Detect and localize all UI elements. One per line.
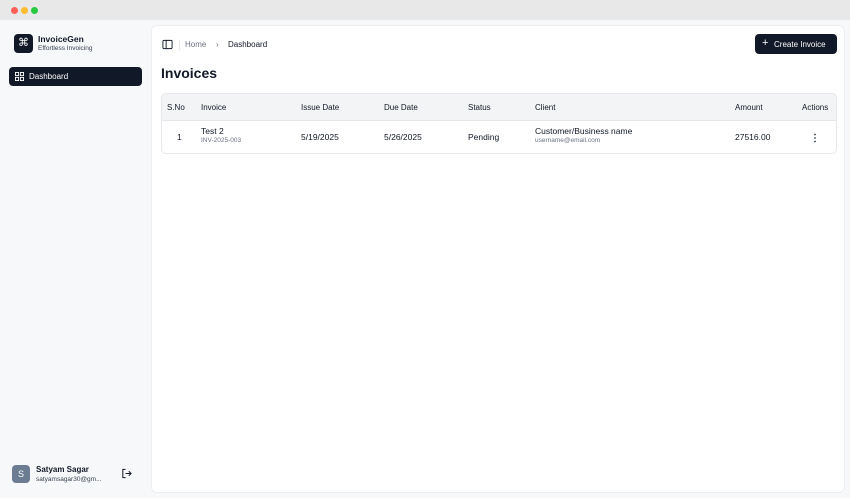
cell-sno: 1 [177,132,182,142]
column-header-sno: S.No [167,103,185,112]
sidebar-toggle-icon[interactable] [162,39,173,50]
cell-status: Pending [468,132,500,142]
brand-name: InvoiceGen [38,34,84,44]
header-divider [179,40,180,50]
page-title: Invoices [161,65,218,81]
sidebar-item-label: Dashboard [29,72,69,81]
cell-issue-date: 5/19/2025 [301,132,339,142]
create-invoice-button[interactable]: + Create Invoice [755,34,837,54]
create-invoice-label: Create Invoice [774,40,826,49]
column-header-actions: Actions [802,103,829,112]
plus-icon: + [762,37,769,49]
main-panel: Home › Dashboard + Create Invoice Invoic… [151,25,845,493]
brand-tagline: Effortless Invoicing [38,45,93,52]
maximize-window-button[interactable] [31,7,38,14]
avatar[interactable]: S [12,465,30,483]
cell-client-name: Customer/Business name [535,126,633,136]
more-vertical-icon[interactable] [812,132,818,144]
user-name: Satyam Sagar [36,465,89,474]
breadcrumb-home-link[interactable]: Home [185,40,206,49]
grid-icon [15,72,24,81]
cell-invoice-name: Test 2 [201,126,224,136]
column-header-status: Status [468,103,491,112]
cell-due-date: 5/26/2025 [384,132,422,142]
sidebar: ⌘ InvoiceGen Effortless Invoicing Dashbo… [0,20,150,498]
column-header-amount: Amount [735,103,763,112]
column-header-invoice: Invoice [201,103,227,112]
column-header-client: Client [535,103,556,112]
cell-amount: 27516.00 [735,132,771,142]
column-header-issue-date: Issue Date [301,103,340,112]
cell-client-email: username@email.com [535,137,601,144]
logout-icon[interactable] [121,468,132,479]
user-email: satyamsagar30@gm... [36,476,102,483]
table-header: S.No Invoice Issue Date Due Date Status … [162,94,836,121]
minimize-window-button[interactable] [21,7,28,14]
app-window: ⌘ InvoiceGen Effortless Invoicing Dashbo… [0,20,850,498]
command-icon: ⌘ [14,34,33,53]
invoices-table: S.No Invoice Issue Date Due Date Status … [161,93,837,154]
chevron-right-icon: › [216,40,219,49]
cell-invoice-id: INV-2025-003 [201,137,242,144]
breadcrumb-current: Dashboard [228,40,268,49]
sidebar-item-dashboard[interactable]: Dashboard [9,67,142,86]
close-window-button[interactable] [11,7,18,14]
column-header-due-date: Due Date [384,103,418,112]
window-titlebar [0,0,850,20]
